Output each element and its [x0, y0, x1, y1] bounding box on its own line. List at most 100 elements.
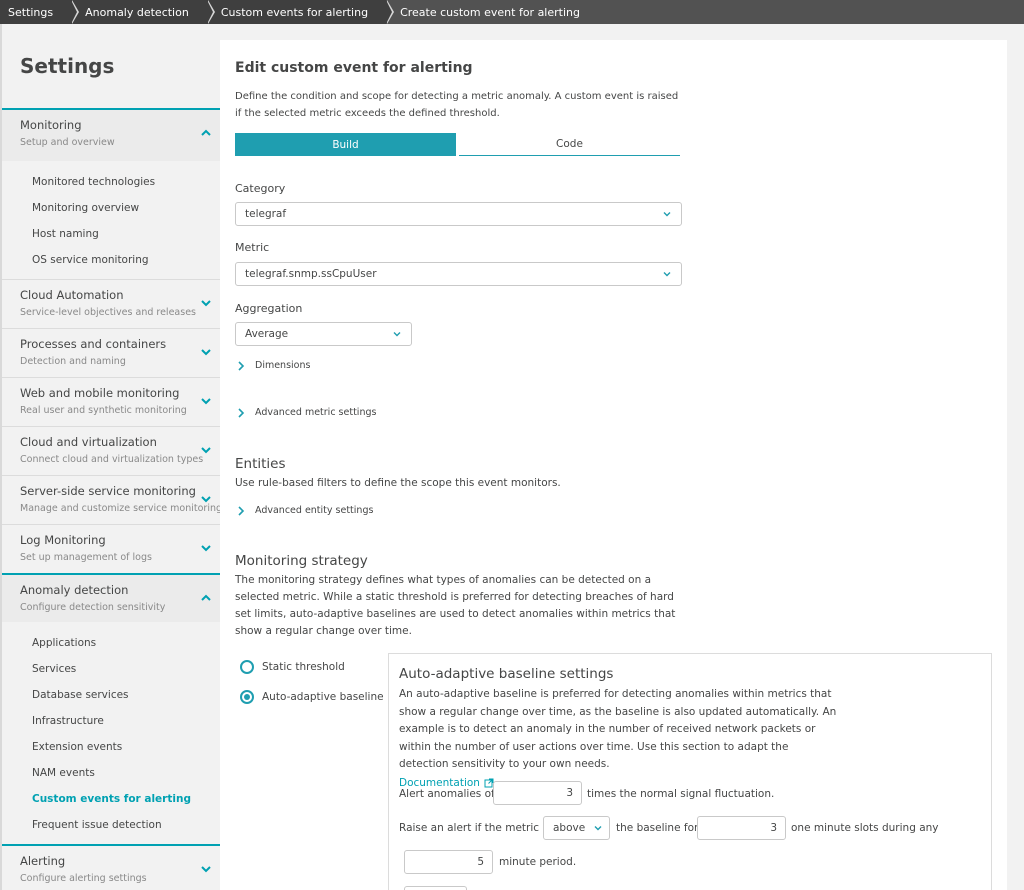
main-panel: Edit custom event for alerting Define th…: [220, 40, 1007, 890]
chevron-up-icon[interactable]: [200, 127, 212, 139]
chevron-right-icon: [238, 407, 245, 418]
alert-sensitivity-input[interactable]: 3: [493, 781, 582, 805]
breadcrumb: Settings Anomaly detection Custom events…: [0, 0, 1024, 24]
documentation-link[interactable]: Documentation: [399, 777, 494, 789]
chevron-down-icon[interactable]: [200, 297, 212, 309]
chevron-down-icon[interactable]: [200, 346, 212, 358]
section-title: Server-side service monitoring: [20, 484, 196, 498]
chevron-down-icon: [594, 826, 602, 831]
section-subtitle: Configure detection sensitivity: [20, 602, 166, 613]
dimensions-label: Dimensions: [255, 360, 311, 371]
dimensions-expander[interactable]: Dimensions: [237, 360, 310, 371]
aggregation-label: Aggregation: [235, 302, 303, 315]
sidebar-section-monitoring[interactable]: Monitoring Setup and overview: [2, 108, 220, 161]
chevron-down-icon: [663, 272, 671, 277]
section-title: Web and mobile monitoring: [20, 386, 180, 400]
sidebar-section-processes[interactable]: Processes and containers Detection and n…: [2, 328, 220, 377]
sidebar-item-services[interactable]: Services: [2, 656, 220, 682]
sidebar-section-log-monitoring[interactable]: Log Monitoring Set up management of logs: [2, 524, 220, 573]
alert-suffix: times the normal signal fluctuation.: [587, 788, 775, 800]
radio-auto-adaptive[interactable]: Auto-adaptive baseline: [240, 690, 384, 704]
period-input[interactable]: 5: [404, 850, 493, 874]
settings-sidebar: Settings Monitoring Setup and overview M…: [0, 24, 223, 890]
sidebar-section-alerting[interactable]: Alerting Configure alerting settings: [2, 844, 220, 890]
sidebar-item-frequent-issue-detection[interactable]: Frequent issue detection: [2, 812, 220, 838]
chevron-right-icon: [238, 505, 245, 516]
section-subtitle: Connect cloud and virtualization types: [20, 454, 204, 465]
breadcrumb-anomaly-detection[interactable]: Anomaly detection: [71, 0, 215, 24]
raise-suffix: one minute slots during any: [791, 822, 939, 834]
advanced-metric-expander[interactable]: Advanced metric settings: [237, 407, 376, 418]
panel-description: An auto-adaptive baseline is preferred f…: [399, 688, 837, 770]
breadcrumb-custom-events[interactable]: Custom events for alerting: [206, 0, 395, 24]
strategy-title: Monitoring strategy: [235, 553, 368, 569]
sidebar-item-os-service-monitoring[interactable]: OS service monitoring: [2, 247, 220, 273]
aggregation-select[interactable]: Average: [235, 322, 412, 346]
entities-description: Use rule-based filters to define the sco…: [235, 477, 561, 489]
period-suffix: minute period.: [499, 856, 577, 868]
section-subtitle: Manage and customize service monitoring: [20, 503, 223, 514]
radio-label: Auto-adaptive baseline: [262, 691, 384, 703]
chevron-down-icon[interactable]: [200, 863, 212, 875]
page-description: Define the condition and scope for detec…: [235, 91, 679, 119]
section-title: Log Monitoring: [20, 533, 106, 547]
raise-prefix: Raise an alert if the metric is: [399, 822, 551, 834]
raise-mid: the baseline for: [616, 822, 699, 834]
section-title: Cloud and virtualization: [20, 435, 157, 449]
radio-button[interactable]: [240, 660, 254, 674]
sidebar-item-infrastructure[interactable]: Infrastructure: [2, 708, 220, 734]
monitoring-submenu: Monitored technologies Monitoring overvi…: [2, 161, 220, 279]
chevron-down-icon[interactable]: [200, 395, 212, 407]
sidebar-section-web-mobile[interactable]: Web and mobile monitoring Real user and …: [2, 377, 220, 426]
category-label: Category: [235, 182, 286, 195]
category-value: telegraf: [245, 208, 287, 220]
alert-prefix: Alert anomalies of: [399, 788, 495, 800]
chevron-down-icon[interactable]: [200, 444, 212, 456]
section-title: Processes and containers: [20, 337, 167, 351]
chevron-up-icon[interactable]: [200, 592, 212, 604]
section-title: Cloud Automation: [20, 288, 124, 302]
advanced-entity-expander[interactable]: Advanced entity settings: [237, 505, 373, 516]
radio-button-selected[interactable]: [240, 690, 254, 704]
sidebar-title: Settings: [20, 54, 115, 78]
sidebar-item-monitored-technologies[interactable]: Monitored technologies: [2, 169, 220, 195]
section-title: Alerting: [20, 854, 66, 868]
strategy-description: The monitoring strategy defines what typ…: [235, 574, 676, 637]
metric-select[interactable]: telegraf.snmp.ssCpuUser: [235, 262, 682, 286]
section-title: Anomaly detection: [20, 583, 129, 597]
chevron-down-icon: [393, 332, 401, 337]
breadcrumb-settings[interactable]: Settings: [0, 0, 80, 24]
sidebar-item-monitoring-overview[interactable]: Monitoring overview: [2, 195, 220, 221]
advanced-entity-label: Advanced entity settings: [255, 505, 374, 516]
breadcrumb-current: Create custom event for alerting: [386, 0, 1024, 24]
section-subtitle: Set up management of logs: [20, 552, 152, 563]
sidebar-item-host-naming[interactable]: Host naming: [2, 221, 220, 247]
next-field-partial[interactable]: [404, 886, 467, 890]
tab-build[interactable]: Build: [235, 133, 456, 156]
sidebar-item-custom-events-for-alerting[interactable]: Custom events for alerting: [2, 786, 220, 812]
chevron-down-icon: [663, 212, 671, 217]
sidebar-section-cloud-automation[interactable]: Cloud Automation Service-level objective…: [2, 279, 220, 328]
documentation-link-label: Documentation: [399, 776, 480, 789]
sidebar-item-extension-events[interactable]: Extension events: [2, 734, 220, 760]
advanced-metric-label: Advanced metric settings: [255, 407, 377, 418]
raise-direction-select[interactable]: above: [543, 816, 610, 840]
sidebar-item-database-services[interactable]: Database services: [2, 682, 220, 708]
sidebar-item-nam-events[interactable]: NAM events: [2, 760, 220, 786]
radio-static-threshold[interactable]: Static threshold: [240, 660, 345, 674]
sidebar-item-applications[interactable]: Applications: [2, 630, 220, 656]
sidebar-section-cloud-virtualization[interactable]: Cloud and virtualization Connect cloud a…: [2, 426, 220, 475]
sidebar-section-server-side[interactable]: Server-side service monitoring Manage an…: [2, 475, 223, 524]
category-select[interactable]: telegraf: [235, 202, 682, 226]
section-subtitle: Detection and naming: [20, 356, 126, 367]
metric-label: Metric: [235, 241, 270, 254]
anomaly-detection-submenu: Applications Services Database services …: [2, 622, 220, 844]
section-subtitle: Service-level objectives and releases: [20, 307, 196, 318]
chevron-down-icon[interactable]: [200, 493, 212, 505]
minute-slots-input[interactable]: 3: [697, 816, 786, 840]
tab-code[interactable]: Code: [459, 133, 680, 156]
entities-title: Entities: [235, 456, 286, 472]
metric-value: telegraf.snmp.ssCpuUser: [245, 268, 377, 280]
sidebar-section-anomaly-detection[interactable]: Anomaly detection Configure detection se…: [2, 573, 220, 622]
chevron-down-icon[interactable]: [200, 542, 212, 554]
